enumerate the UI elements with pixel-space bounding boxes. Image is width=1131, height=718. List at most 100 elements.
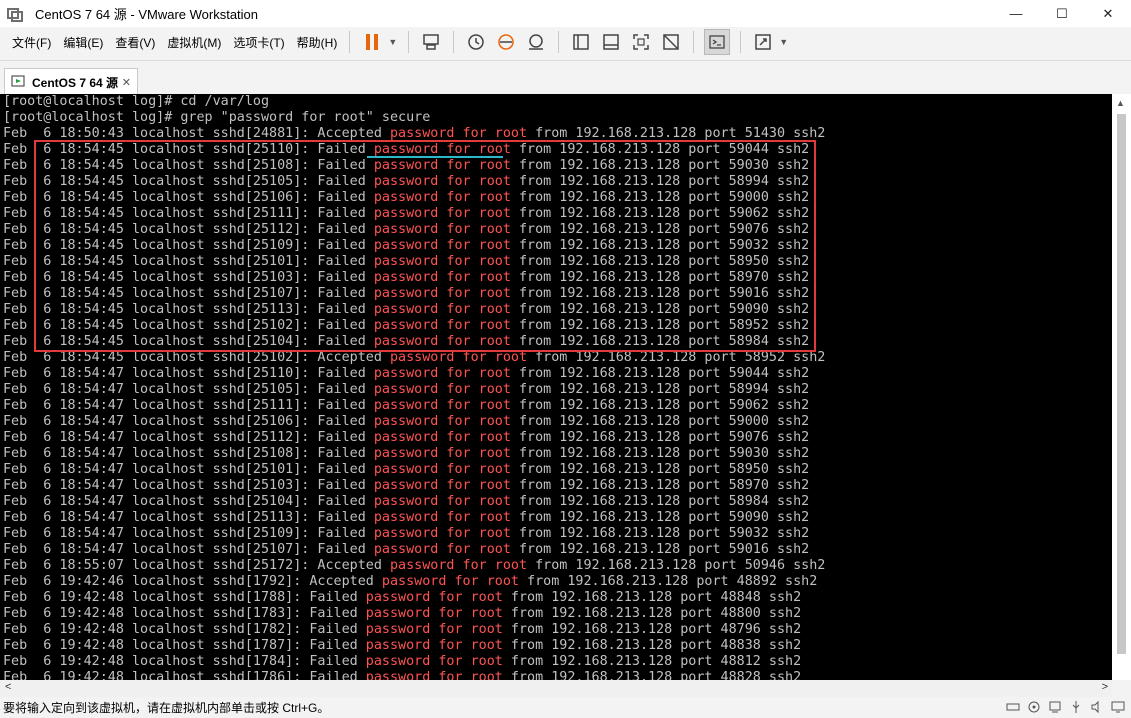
vmware-app-icon: [7, 7, 23, 22]
terminal-text: Feb 6 19:42:48 localhost sshd[1784]: Fai…: [3, 654, 366, 669]
snapshot-manager-icon[interactable]: [524, 30, 548, 54]
vertical-scrollbar[interactable]: ▲: [1112, 94, 1131, 680]
terminal-line: Feb 6 18:54:47 localhost sshd[25104]: Fa…: [3, 494, 809, 510]
terminal-text: Feb 6 18:54:47 localhost sshd[25112]: Fa…: [3, 430, 374, 445]
terminal-line: [root@localhost log]# grep "password for…: [3, 110, 431, 125]
device-icons: [1006, 700, 1125, 714]
menu-help[interactable]: 帮助(H): [292, 34, 343, 51]
highlighted-match: password for root: [373, 542, 511, 557]
highlighted-match: password for root: [373, 526, 511, 541]
status-text: 要将输入定向到该虚拟机，请在虚拟机内部单击或按 Ctrl+G。: [3, 701, 330, 715]
menu-toolbar: 文件(F) 编辑(E) 查看(V) 虚拟机(M) 选项卡(T) 帮助(H) ▼ …: [0, 27, 1131, 57]
window-title: CentOS 7 64 源 - VMware Workstation: [35, 7, 259, 22]
hard-disk-icon[interactable]: [1006, 700, 1020, 714]
terminal-line: Feb 6 19:42:46 localhost sshd[1792]: Acc…: [3, 574, 817, 590]
highlighted-match: password for root: [373, 414, 511, 429]
scroll-left-icon[interactable]: <: [5, 681, 11, 693]
cd-dvd-icon[interactable]: [1027, 700, 1041, 714]
toolbar-divider: [693, 31, 695, 53]
terminal-text: from 192.168.213.128 port 50946 ssh2: [527, 558, 826, 573]
full-screen-icon[interactable]: [629, 30, 653, 54]
terminal-text: from 192.168.213.128 port 59030 ssh2: [510, 446, 810, 461]
annotation-box: [34, 140, 816, 352]
highlighted-match: password for root: [373, 446, 511, 461]
pause-icon[interactable]: [360, 30, 384, 54]
tab-close-icon[interactable]: ✕: [122, 76, 131, 89]
stretch-guest-icon[interactable]: [751, 30, 775, 54]
terminal-text: from 192.168.213.128 port 58970 ssh2: [510, 478, 810, 493]
toolbar-divider: [453, 31, 455, 53]
terminal-text: from 192.168.213.128 port 58952 ssh2: [527, 350, 826, 365]
terminal-text: Feb 6 18:54:47 localhost sshd[25113]: Fa…: [3, 510, 374, 525]
terminal-text: from 192.168.213.128 port 59000 ssh2: [510, 414, 810, 429]
unity-icon[interactable]: [659, 30, 683, 54]
terminal-line: Feb 6 18:54:47 localhost sshd[25101]: Fa…: [3, 462, 809, 478]
highlighted-match: password for root: [373, 462, 511, 477]
terminal-text: Feb 6 18:54:47 localhost sshd[25111]: Fa…: [3, 398, 374, 413]
usb-icon[interactable]: [1069, 700, 1083, 714]
highlighted-match: password for root: [365, 606, 503, 621]
minimize-button[interactable]: —: [993, 0, 1039, 27]
terminal-text: from 192.168.213.128 port 59044 ssh2: [510, 366, 810, 381]
console-icon[interactable]: [704, 29, 731, 55]
tab-label: CentOS 7 64 源: [32, 75, 119, 90]
terminal-text: from 192.168.213.128 port 58994 ssh2: [510, 382, 810, 397]
close-button[interactable]: ✕: [1085, 0, 1131, 27]
terminal-text: Feb 6 19:42:46 localhost sshd[1792]: Acc…: [3, 574, 382, 589]
terminal-text: from 192.168.213.128 port 58950 ssh2: [510, 462, 810, 477]
title-bar: CentOS 7 64 源 - VMware Workstation — ☐ ✕: [0, 0, 1131, 27]
tab-centos[interactable]: CentOS 7 64 源 ✕: [4, 68, 138, 95]
terminal-line: Feb 6 18:54:47 localhost sshd[25105]: Fa…: [3, 382, 809, 398]
snapshot-icon[interactable]: [464, 30, 488, 54]
menu-tabs[interactable]: 选项卡(T): [228, 34, 289, 51]
highlighted-match: password for root: [373, 430, 511, 445]
terminal-text: from 192.168.213.128 port 48812 ssh2: [502, 654, 802, 669]
terminal-line: Feb 6 19:42:48 localhost sshd[1783]: Fai…: [3, 606, 801, 622]
toolbar-divider: [408, 31, 410, 53]
network-adapter-icon[interactable]: [1048, 700, 1062, 714]
menu-edit[interactable]: 编辑(E): [58, 34, 108, 51]
scroll-up-icon[interactable]: ▲: [1116, 98, 1125, 108]
sidebar-view-icon[interactable]: [569, 30, 593, 54]
display-icon[interactable]: [1111, 700, 1125, 714]
terminal-line: Feb 6 18:54:47 localhost sshd[25108]: Fa…: [3, 446, 809, 462]
terminal-text: from 192.168.213.128 port 51430 ssh2: [527, 126, 826, 141]
toolbar-divider: [349, 31, 351, 53]
stretch-dropdown-icon[interactable]: ▼: [779, 37, 788, 47]
menu-vm[interactable]: 虚拟机(M): [162, 34, 226, 51]
power-dropdown-icon[interactable]: ▼: [388, 37, 397, 47]
highlighted-match: password for root: [389, 558, 528, 573]
terminal-line: Feb 6 18:54:47 localhost sshd[25106]: Fa…: [3, 414, 809, 430]
terminal-text: Feb 6 18:54:47 localhost sshd[25104]: Fa…: [3, 494, 374, 509]
terminal-line: Feb 6 18:54:47 localhost sshd[25103]: Fa…: [3, 478, 809, 494]
highlighted-match: password for root: [365, 638, 503, 653]
terminal-text: Feb 6 19:42:48 localhost sshd[1787]: Fai…: [3, 638, 366, 653]
highlighted-match: password for root: [365, 590, 503, 605]
terminal-text: Feb 6 18:50:43 localhost sshd[24881]: Ac…: [3, 126, 390, 141]
menu-view[interactable]: 查看(V): [110, 34, 160, 51]
toolbar-divider: [558, 31, 560, 53]
terminal-line: Feb 6 19:42:48 localhost sshd[1786]: Fai…: [3, 670, 801, 680]
console-view-icon[interactable]: [599, 30, 623, 54]
revert-snapshot-icon[interactable]: [494, 30, 518, 54]
terminal-text: Feb 6 18:54:47 localhost sshd[25101]: Fa…: [3, 462, 374, 477]
send-ctrl-alt-del-icon[interactable]: [419, 30, 443, 54]
menu-file[interactable]: 文件(F): [7, 34, 56, 51]
terminal-text: Feb 6 18:54:47 localhost sshd[25110]: Fa…: [3, 366, 374, 381]
highlighted-match: password for root: [365, 670, 503, 680]
maximize-button[interactable]: ☐: [1039, 0, 1085, 27]
sound-card-icon[interactable]: [1090, 700, 1104, 714]
terminal-line: Feb 6 19:42:48 localhost sshd[1788]: Fai…: [3, 590, 801, 606]
terminal-text: from 192.168.213.128 port 59076 ssh2: [510, 430, 810, 445]
terminal-line: Feb 6 19:42:48 localhost sshd[1784]: Fai…: [3, 654, 801, 670]
highlighted-match: password for root: [373, 366, 511, 381]
terminal-text: from 192.168.213.128 port 59032 ssh2: [510, 526, 810, 541]
scroll-right-icon[interactable]: >: [1102, 681, 1108, 693]
terminal-line: Feb 6 19:42:48 localhost sshd[1787]: Fai…: [3, 638, 801, 654]
terminal-text: Feb 6 18:54:47 localhost sshd[25105]: Fa…: [3, 382, 374, 397]
terminal-text: from 192.168.213.128 port 48892 ssh2: [518, 574, 818, 589]
highlighted-match: password for root: [373, 382, 511, 397]
terminal-text: Feb 6 18:54:47 localhost sshd[25108]: Fa…: [3, 446, 374, 461]
horizontal-scrollbar[interactable]: < >: [0, 680, 1112, 697]
scrollbar-thumb[interactable]: [1117, 114, 1126, 654]
